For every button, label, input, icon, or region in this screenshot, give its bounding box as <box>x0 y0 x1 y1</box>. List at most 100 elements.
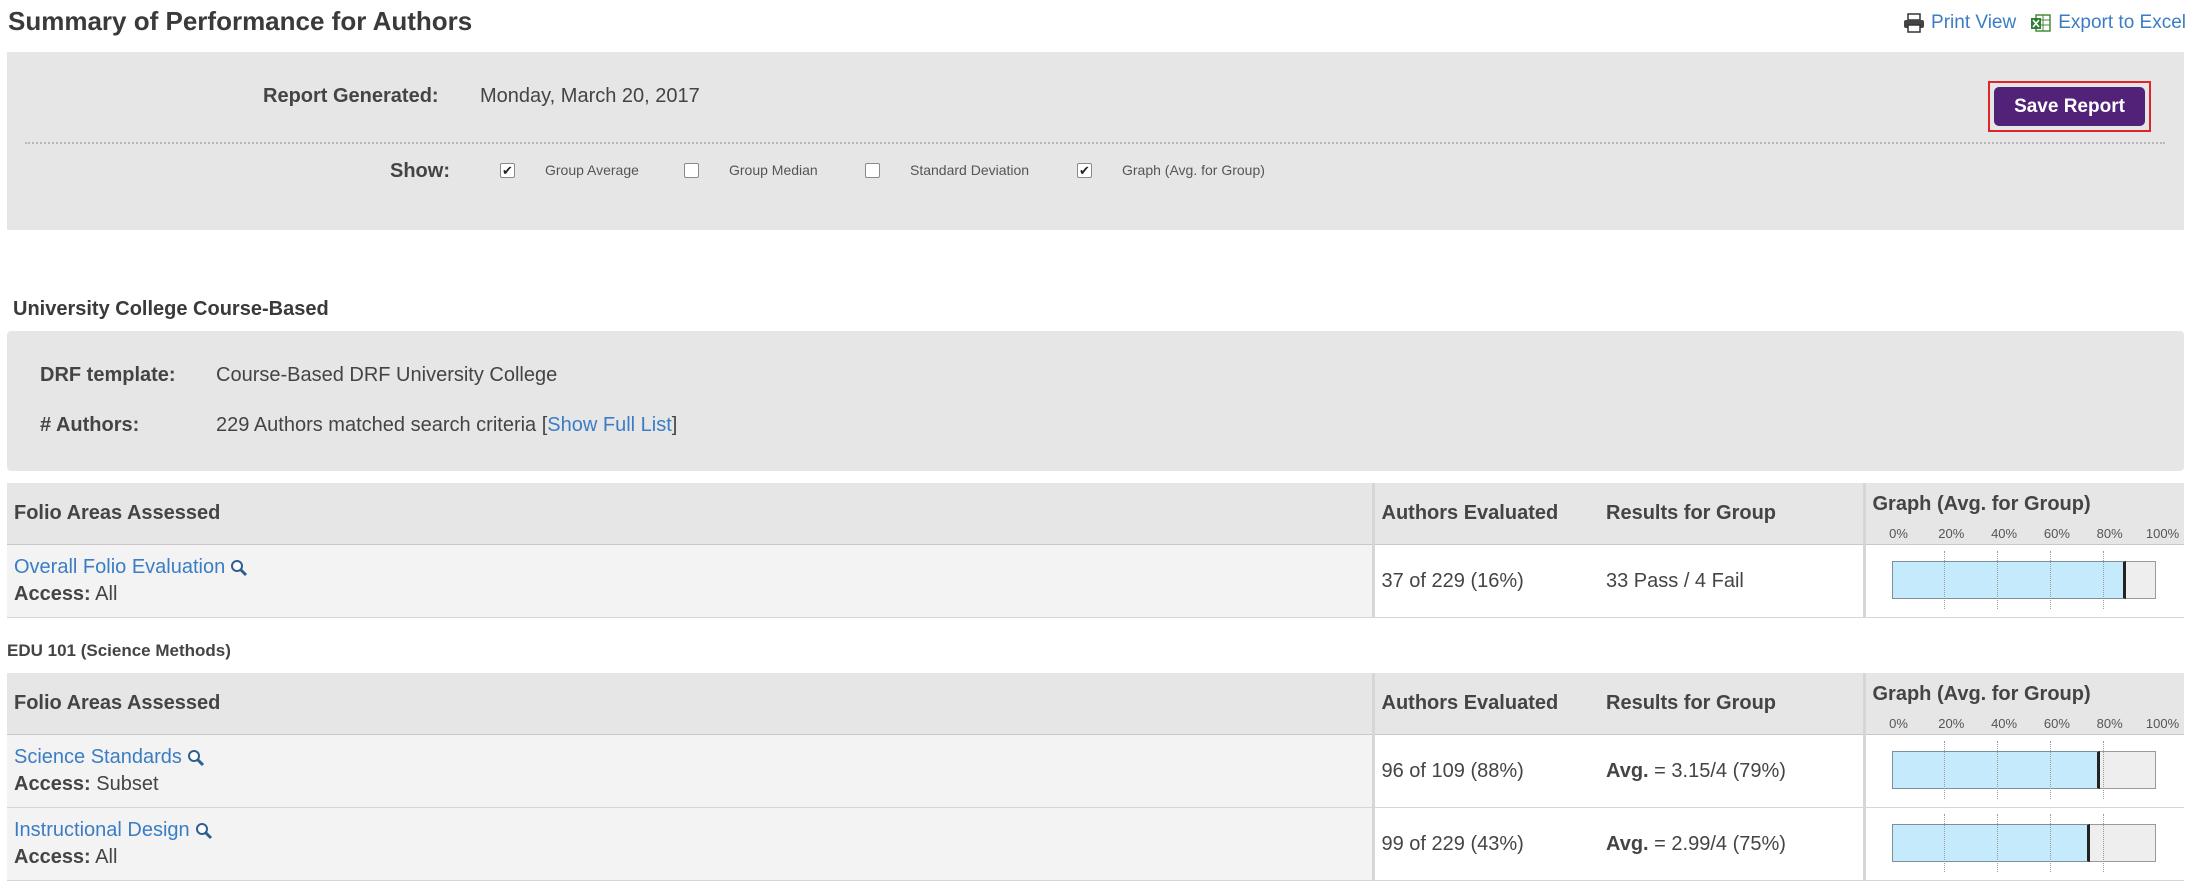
graph-gridline <box>2102 551 2104 609</box>
scale-tick-label: 40% <box>1991 526 2018 541</box>
access-label: Access: <box>14 773 91 795</box>
scale-tick-label: 80% <box>2096 526 2123 541</box>
column-header-graph: Graph (Avg. for Group) 0% 20% 40% 60% 80% 100… <box>1862 673 2184 735</box>
progress-fill <box>1891 561 2127 599</box>
graph-gridline <box>1997 814 1999 872</box>
drf-template-value: Course-Based DRF University College <box>216 364 558 386</box>
magnifier-icon[interactable] <box>195 822 213 840</box>
table-header-row: Folio Areas Assessed Authors Evaluated R… <box>7 483 2184 545</box>
access-value: All <box>95 583 118 605</box>
authors-bracket-end: ] <box>671 414 678 436</box>
column-header-results: Results for Group <box>1599 673 1864 735</box>
group-info-panel <box>7 331 2184 471</box>
authors-evaluated-cell: 96 of 109 (88%) <box>1371 734 1599 808</box>
report-generated-label: Report Generated: <box>263 85 439 107</box>
area-cell: Overall Folio Evaluation Access: All <box>7 544 1373 618</box>
column-header-evaluated: Authors Evaluated <box>1371 483 1599 545</box>
graph-cell <box>1862 544 2184 618</box>
graph-gridline <box>1997 741 1999 799</box>
column-header-evaluated: Authors Evaluated <box>1371 673 1599 735</box>
column-header-area: Folio Areas Assessed <box>7 483 1373 545</box>
graph-gridline <box>1997 551 1999 609</box>
access-label: Access: <box>14 846 91 868</box>
page-title: Summary of Performance for Authors <box>8 6 473 36</box>
graph-gridline <box>1944 814 1946 872</box>
graph-gridline <box>2102 814 2104 872</box>
divider <box>25 142 2165 144</box>
graph-scale: 0% 20% 40% 60% 80% 100% <box>1889 526 2179 542</box>
standard-deviation-checkbox[interactable] <box>865 162 880 178</box>
excel-icon <box>2031 14 2051 32</box>
column-header-area: Folio Areas Assessed <box>7 673 1373 735</box>
scale-tick-label: 20% <box>1938 716 1965 731</box>
progress-bar <box>1891 551 2156 609</box>
results-prefix: Avg. <box>1606 759 1649 782</box>
area-link-overall-folio-evaluation[interactable]: Overall Folio Evaluation <box>14 556 225 579</box>
scale-tick-label: 100% <box>2145 526 2180 541</box>
group-median-label: Group Median <box>729 162 818 178</box>
graph-gridline <box>2049 741 2051 799</box>
graph-gridline <box>2049 551 2051 609</box>
report-generated-value: Monday, March 20, 2017 <box>480 85 700 107</box>
export-excel-link[interactable]: Export to Excel <box>2030 12 2186 34</box>
group-heading: University College Course-Based <box>13 298 329 320</box>
column-header-results: Results for Group <box>1599 483 1864 545</box>
table-header-row: Folio Areas Assessed Authors Evaluated R… <box>7 673 2184 735</box>
subgroup-heading: EDU 101 (Science Methods) <box>7 641 231 660</box>
area-cell: Instructional Design Access: All <box>7 807 1373 881</box>
graph-gridline <box>1944 551 1946 609</box>
graph-scale: 0% 20% 40% 60% 80% 100% <box>1889 716 2179 732</box>
progress-fill <box>1891 751 2101 789</box>
show-label: Show: <box>390 160 450 182</box>
authors-evaluated-cell: 37 of 229 (16%) <box>1371 544 1599 618</box>
graph-title: Graph (Avg. for Group) <box>1872 493 2091 515</box>
scale-tick-label: 0% <box>1889 526 1908 541</box>
save-report-button[interactable]: Save Report <box>1994 87 2145 126</box>
graph-cell <box>1862 734 2184 808</box>
group-median-checkbox[interactable] <box>684 162 699 178</box>
scale-tick-label: 20% <box>1938 526 1965 541</box>
graph-label: Graph (Avg. for Group) <box>1122 162 1265 178</box>
graph-gridline <box>2102 741 2104 799</box>
results-prefix: Avg. <box>1606 832 1649 855</box>
graph-gridline <box>2049 814 2051 872</box>
group-average-label: Group Average <box>545 162 639 178</box>
graph-title: Graph (Avg. for Group) <box>1872 683 2091 705</box>
access-value: Subset <box>96 773 159 795</box>
scale-tick-label: 60% <box>2043 526 2070 541</box>
printer-icon <box>1904 13 1925 33</box>
show-option-group-average: ✔ Group Average <box>500 162 639 178</box>
top-links: Print View Export to Excel <box>1903 12 2186 34</box>
graph-gridline <box>1944 741 1946 799</box>
results-value: = 2.99/4 (75%) <box>1648 832 1786 855</box>
scale-tick-label: 40% <box>1991 716 2018 731</box>
drf-template-label: DRF template: <box>40 364 176 386</box>
area-link-science-standards[interactable]: Science Standards <box>14 746 182 769</box>
report-settings-panel <box>7 52 2184 230</box>
magnifier-icon[interactable] <box>187 749 205 767</box>
scale-tick-label: 100% <box>2145 716 2180 731</box>
progress-bar <box>1891 741 2156 799</box>
folio-areas-table-1: Folio Areas Assessed Authors Evaluated R… <box>7 483 2184 618</box>
area-link-instructional-design[interactable]: Instructional Design <box>14 819 190 842</box>
results-cell: Avg. = 2.99/4 (75%) <box>1599 807 1864 881</box>
table-row: Overall Folio Evaluation Access: All 37 … <box>7 544 2184 618</box>
print-view-link[interactable]: Print View <box>1903 12 2016 34</box>
table-row: Science Standards Access: Subset 96 of 1… <box>7 734 2184 808</box>
graph-checkbox[interactable]: ✔ <box>1077 162 1092 178</box>
authors-label: # Authors: <box>40 414 140 436</box>
show-full-list-link[interactable]: Show Full List <box>547 414 672 436</box>
group-average-checkbox[interactable]: ✔ <box>500 162 515 178</box>
magnifier-icon[interactable] <box>230 559 248 577</box>
authors-evaluated-cell: 99 of 229 (43%) <box>1371 807 1599 881</box>
access-label: Access: <box>14 583 91 605</box>
show-option-group-median: Group Median <box>684 162 818 178</box>
results-cell: Avg. = 3.15/4 (79%) <box>1599 734 1864 808</box>
folio-areas-table-2: Folio Areas Assessed Authors Evaluated R… <box>7 673 2184 881</box>
print-view-label: Print View <box>1931 12 2017 33</box>
table-row: Instructional Design Access: All 99 of 2… <box>7 807 2184 881</box>
results-value: 33 Pass / 4 Fail <box>1606 569 1744 592</box>
authors-count-text: 229 Authors matched search criteria [ <box>216 414 548 436</box>
standard-deviation-label: Standard Deviation <box>910 162 1030 178</box>
authors-value: 229 Authors matched search criteria [Sho… <box>216 414 677 437</box>
